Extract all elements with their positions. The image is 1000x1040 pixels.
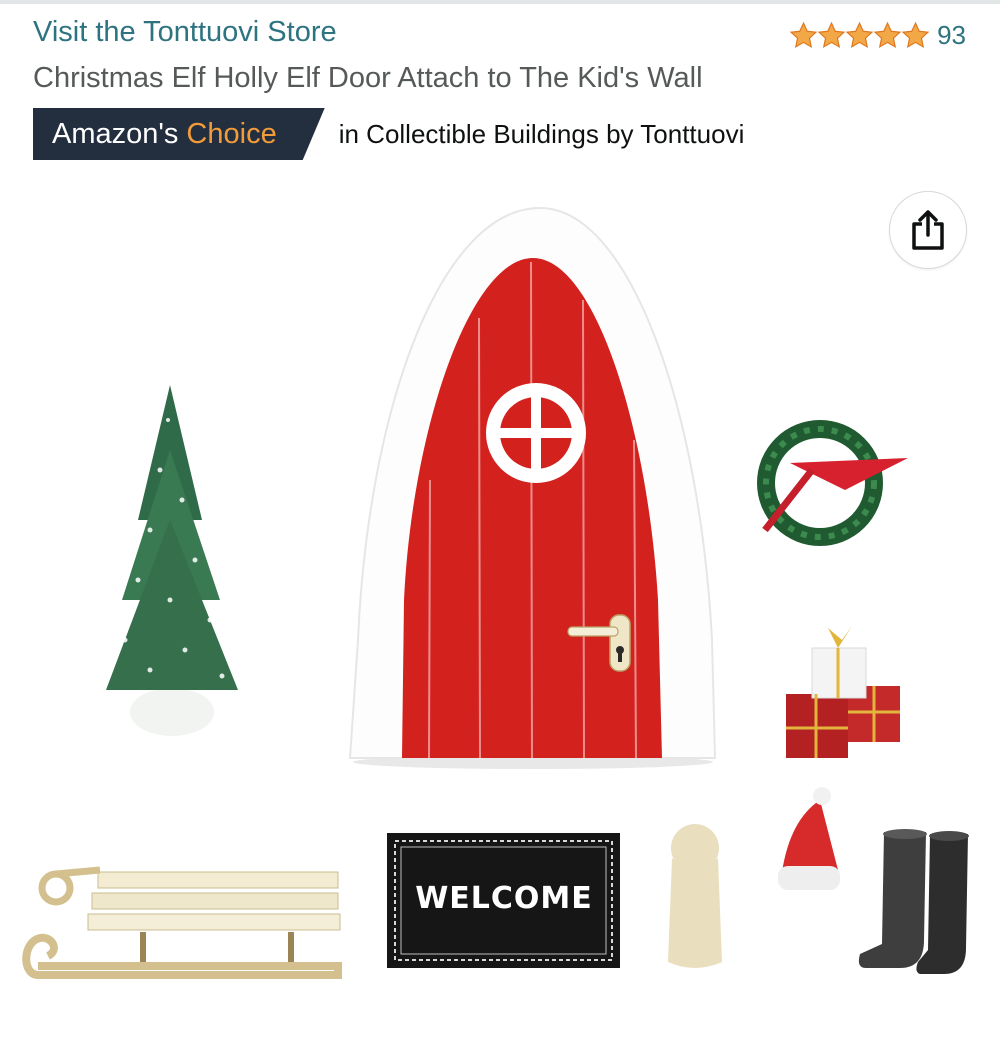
welcome-doormat: WELCOME: [387, 833, 620, 968]
product-image[interactable]: WELCOME: [0, 180, 1000, 1000]
badge-label-choice: Choice: [186, 117, 277, 150]
holiday-wreath: [757, 420, 908, 546]
top-divider: [0, 0, 1000, 4]
black-boots: [858, 829, 969, 974]
gift-boxes: [786, 626, 900, 758]
share-icon: [912, 210, 944, 250]
rating-count[interactable]: 93: [937, 20, 966, 51]
star-icon: [817, 21, 846, 49]
star-icon: [845, 21, 874, 49]
star-icon: [789, 21, 818, 49]
star-icon: [901, 21, 930, 49]
amazons-choice-badge-row[interactable]: Amazon's Choice in Collectible Buildings…: [33, 108, 744, 160]
wooden-sled: [22, 866, 342, 979]
christmas-tree: [106, 385, 238, 736]
fairy-door: [348, 206, 717, 769]
share-button[interactable]: [889, 191, 967, 269]
amazons-choice-badge[interactable]: Amazon's Choice: [33, 108, 325, 160]
wooden-peg-doll: [668, 824, 722, 968]
store-link[interactable]: Visit the Tonttuovi Store: [33, 16, 337, 49]
star-rating: [789, 21, 930, 50]
doormat-welcome-text: WELCOME: [415, 881, 593, 916]
star-icon: [873, 21, 902, 49]
badge-label-amazons: Amazon's: [52, 117, 179, 150]
door-window: [486, 383, 586, 483]
product-title: Christmas Elf Holly Elf Door Attach to T…: [33, 62, 703, 94]
badge-category-text: in Collectible Buildings by Tonttuovi: [338, 118, 745, 149]
rating-summary[interactable]: 93: [789, 20, 966, 51]
santa-hat: [778, 787, 840, 890]
